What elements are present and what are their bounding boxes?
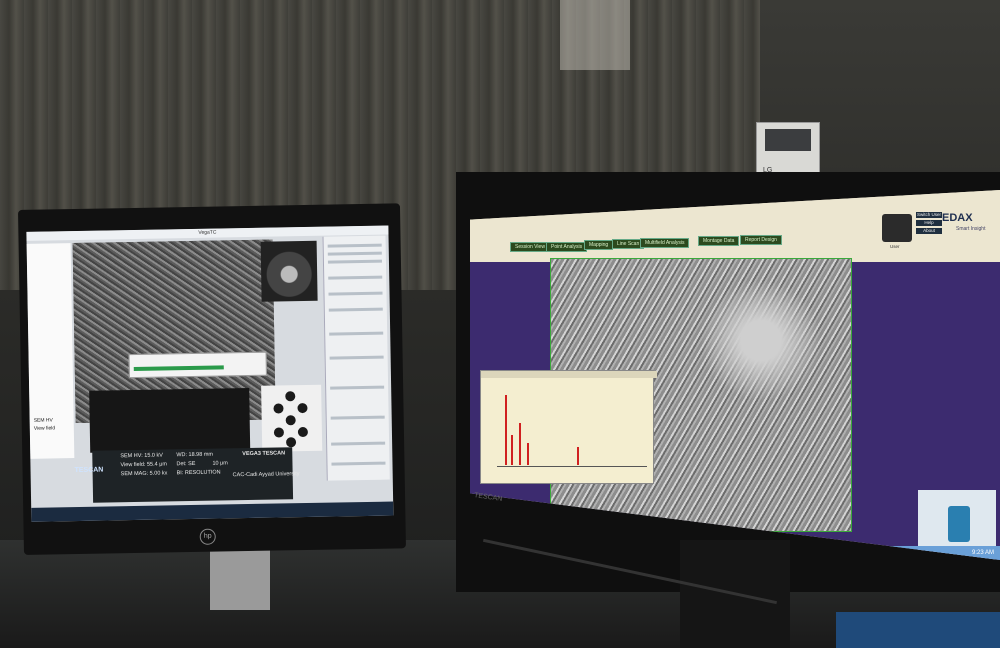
progress-bar <box>133 365 224 372</box>
sample-holder-view[interactable] <box>261 384 323 452</box>
spectrum-axis <box>497 466 647 467</box>
left-screen: VegaTC SEM HV View field SEM HV: 15.0 kV… <box>26 225 394 522</box>
tab-session-view[interactable]: Session View <box>510 242 550 252</box>
info-hv: SEM HV: 15.0 kV <box>120 452 163 460</box>
info-bi: BI: RESOLUTION <box>176 469 221 477</box>
thermostat-screen <box>765 129 811 151</box>
spectrum-titlebar <box>481 371 657 378</box>
edax-tagline: Smart Insight <box>956 226 986 232</box>
stage-block <box>948 506 970 542</box>
info-view-field: View field: 55.4 μm <box>120 461 167 469</box>
hp-logo: hp <box>199 528 216 545</box>
progress-dialog[interactable] <box>128 351 267 379</box>
spectrum-peak <box>519 423 521 465</box>
tab-montage[interactable]: Montage Data <box>698 236 740 246</box>
tab-report-design[interactable]: Report Design <box>740 235 782 245</box>
left-label-view: View field <box>33 425 56 432</box>
user-icon[interactable] <box>882 214 912 242</box>
left-toolbar: SEM HV View field <box>26 243 75 459</box>
info-org: CAC-Cadi Ayyad University <box>232 471 300 479</box>
spectrum-peak <box>577 447 579 465</box>
spectrum-peak <box>527 443 529 465</box>
help-button[interactable]: Help <box>916 220 942 226</box>
eds-spectrum-window[interactable] <box>480 370 657 484</box>
spectrum-peak <box>505 395 507 465</box>
info-model: VEGA3 TESCAN <box>242 450 286 458</box>
switch-user-button[interactable]: Switch User <box>916 212 942 218</box>
blue-object <box>836 612 1000 648</box>
chamber-camera-view <box>260 240 318 302</box>
left-label-hv: SEM HV <box>33 417 53 424</box>
taskbar[interactable] <box>31 501 394 522</box>
tab-mapping[interactable]: Mapping <box>584 240 614 250</box>
clock: 9:23 AM <box>971 550 994 556</box>
info-mag: SEM MAG: 5.00 kx <box>120 470 168 478</box>
user-label: User <box>890 244 900 249</box>
sem-info-bar: SEM HV: 15.0 kV WD: 18.98 mm View field:… <box>92 447 300 503</box>
spectrum-peak <box>511 435 513 465</box>
left-monitor: VegaTC SEM HV View field SEM HV: 15.0 kV… <box>18 203 406 555</box>
about-button[interactable]: About <box>916 228 942 234</box>
edax-logo: EDAX <box>942 212 973 224</box>
info-wd: WD: 18.98 mm <box>176 451 214 459</box>
sem-image-lower <box>89 387 251 453</box>
window-light <box>560 0 630 70</box>
tab-multifield[interactable]: Multifield Analysis <box>640 238 690 248</box>
right-screen: Session View Point Analysis Mapping Line… <box>470 190 1000 560</box>
right-monitor: Session View Point Analysis Mapping Line… <box>456 172 1000 592</box>
tescan-logo: TESCAN <box>74 466 104 475</box>
tab-point-analysis[interactable]: Point Analysis <box>546 242 588 252</box>
info-det: Det: SE <box>176 460 196 468</box>
control-panel[interactable] <box>322 235 390 481</box>
info-scale: 10 μm <box>212 460 228 467</box>
